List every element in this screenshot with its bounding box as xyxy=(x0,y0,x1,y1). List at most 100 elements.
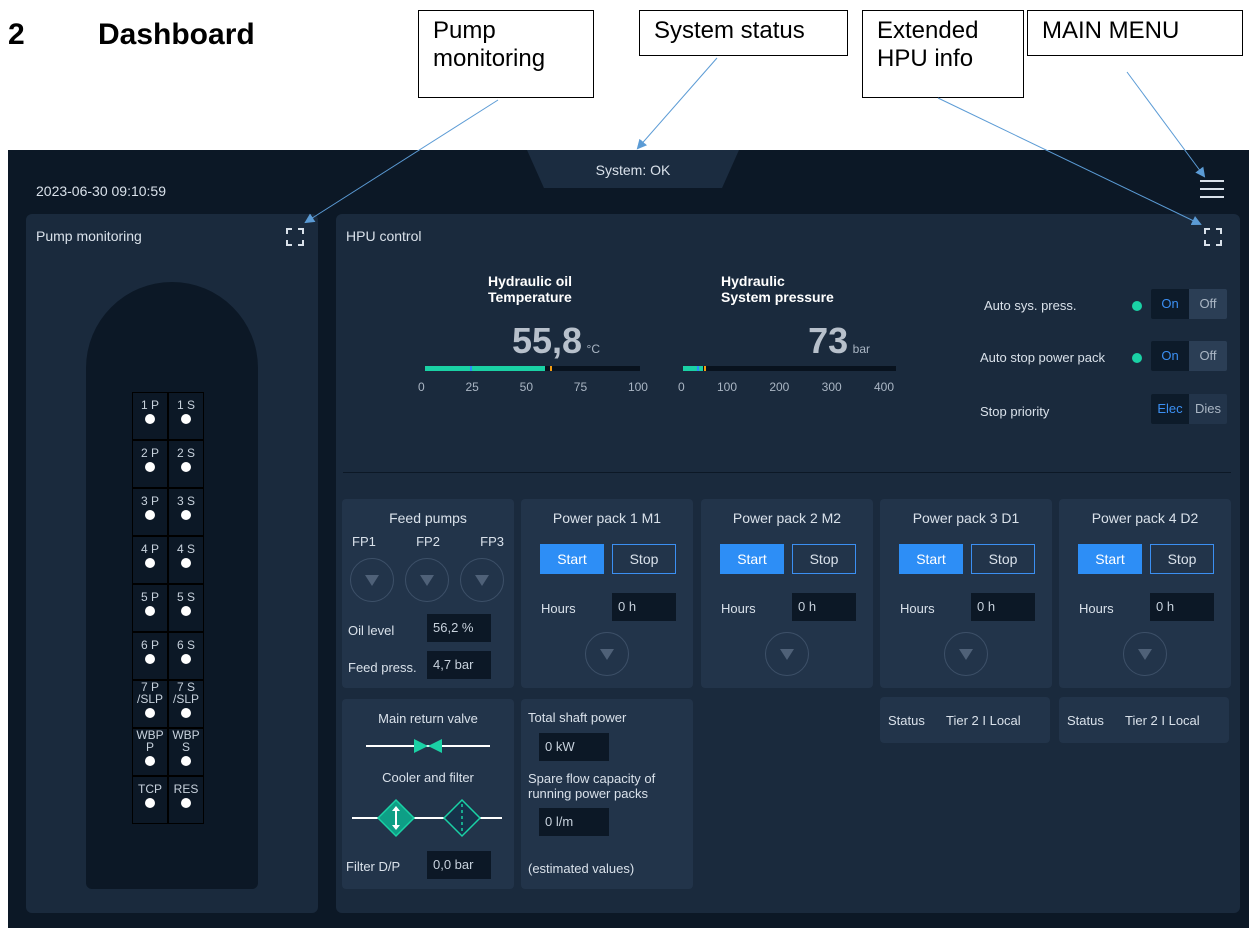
toggle-on[interactable]: On xyxy=(1151,289,1189,319)
temp-unit: °C xyxy=(586,342,600,356)
toggle-on[interactable]: On xyxy=(1151,341,1189,371)
pump-status-indicator xyxy=(145,654,155,664)
callout-pump-monitoring: Pump monitoring xyxy=(418,10,594,98)
temp-title: Hydraulic oil Temperature xyxy=(488,273,572,305)
pump-cell[interactable]: 1 S xyxy=(168,392,204,440)
hours-value: 0 h xyxy=(971,593,1035,621)
fp-label: FP2 xyxy=(416,534,440,549)
toggle-off[interactable]: Off xyxy=(1189,289,1227,319)
pump-label: 4 S xyxy=(176,542,195,556)
power-pack-motor-button[interactable] xyxy=(765,632,809,676)
fp2-pump-button[interactable] xyxy=(405,558,449,602)
divider xyxy=(343,472,1231,473)
cooler-filter-icon[interactable] xyxy=(352,796,502,840)
stop-priority-toggle[interactable]: Elec Dies xyxy=(1151,394,1227,424)
auto-stop-toggle[interactable]: On Off xyxy=(1151,341,1227,371)
spare-flow-value: 0 l/m xyxy=(539,808,609,836)
stop-priority-dies[interactable]: Dies xyxy=(1189,394,1227,424)
pump-row: 7 P/SLP 7 S/SLP xyxy=(132,680,208,728)
auto-sys-press-indicator xyxy=(1132,301,1142,311)
triangle-down-icon xyxy=(365,574,379,586)
hours-value: 0 h xyxy=(792,593,856,621)
triangle-down-icon xyxy=(600,648,614,660)
stop-button[interactable]: Stop xyxy=(1150,544,1214,574)
shaft-power-title: Total shaft power xyxy=(528,710,627,725)
pump-cell[interactable]: TCP xyxy=(132,776,168,824)
estimated-note: (estimated values) xyxy=(528,861,635,876)
auto-stop-indicator xyxy=(1132,353,1142,363)
pump-cell[interactable]: 6 P xyxy=(132,632,168,680)
fp-label: FP3 xyxy=(480,534,504,549)
hamburger-menu-icon[interactable] xyxy=(1200,180,1224,200)
pump-cell[interactable]: 4 P xyxy=(132,536,168,584)
pump-row: 6 P 6 S xyxy=(132,632,208,680)
pump-cell[interactable]: RES xyxy=(168,776,204,824)
pump-sublabel: /SLP xyxy=(172,692,199,706)
temp-title-l1: Hydraulic oil xyxy=(488,273,573,289)
triangle-down-icon xyxy=(1138,648,1152,660)
pump-label: 5 S xyxy=(176,590,195,604)
pump-cell[interactable]: 3 P xyxy=(132,488,168,536)
stop-button[interactable]: Stop xyxy=(971,544,1035,574)
pump-status-indicator xyxy=(181,558,191,568)
callout-line: monitoring xyxy=(433,45,546,72)
toggle-off[interactable]: Off xyxy=(1189,341,1227,371)
power-pack-motor-button[interactable] xyxy=(944,632,988,676)
auto-sys-press-toggle[interactable]: On Off xyxy=(1151,289,1227,319)
pump-cell[interactable]: WBP P xyxy=(132,728,168,776)
temp-gauge-fill xyxy=(425,366,545,371)
temp-value: 55,8 xyxy=(512,320,583,361)
fp3-pump-button[interactable] xyxy=(460,558,504,602)
filter-dp-value: 0,0 bar xyxy=(427,851,491,879)
pump-label: 2 S xyxy=(176,446,195,460)
pump-cell[interactable]: 4 S xyxy=(168,536,204,584)
pump-cell[interactable]: 2 S xyxy=(168,440,204,488)
pump-label: 3 S xyxy=(176,494,195,508)
pump-cell[interactable]: 7 S/SLP xyxy=(168,680,204,728)
hours-label: Hours xyxy=(541,601,576,616)
pump-status-indicator xyxy=(181,414,191,424)
pressure-title-l1: Hydraulic xyxy=(721,273,785,289)
power-pack-title: Power pack 1 M1 xyxy=(552,510,662,526)
pump-row: WBP P WBP S xyxy=(132,728,208,776)
triangle-down-icon xyxy=(475,574,489,586)
pressure-title-l2: System pressure xyxy=(721,289,834,305)
callout-extended-hpu: Extended HPU info xyxy=(862,10,1024,98)
pump-cell[interactable]: 2 P xyxy=(132,440,168,488)
start-button[interactable]: Start xyxy=(899,544,963,574)
start-button[interactable]: Start xyxy=(1078,544,1142,574)
triangle-down-icon xyxy=(959,648,973,660)
pump-cell[interactable]: 3 S xyxy=(168,488,204,536)
pump-label: 6 S xyxy=(176,638,195,652)
power-pack-motor-button[interactable] xyxy=(585,632,629,676)
pump-cell[interactable]: 5 S xyxy=(168,584,204,632)
pump-panel-title: Pump monitoring xyxy=(36,228,142,244)
pump-cell[interactable]: WBP S xyxy=(168,728,204,776)
tick: 200 xyxy=(769,380,790,394)
feed-press-label: Feed press. xyxy=(348,660,417,675)
oil-level-label: Oil level xyxy=(348,623,395,638)
expand-hpu-icon[interactable] xyxy=(1204,228,1222,246)
pump-cell[interactable]: 7 P/SLP xyxy=(132,680,168,728)
power-pack-motor-button[interactable] xyxy=(1123,632,1167,676)
pump-label: 4 P xyxy=(140,542,159,556)
pump-label: 3 P xyxy=(140,494,159,508)
stop-button[interactable]: Stop xyxy=(612,544,676,574)
start-button[interactable]: Start xyxy=(720,544,784,574)
pump-sublabel: S xyxy=(181,740,190,754)
pump-cell[interactable]: 5 P xyxy=(132,584,168,632)
stop-priority-elec[interactable]: Elec xyxy=(1151,394,1189,424)
pump-cell[interactable]: 1 P xyxy=(132,392,168,440)
power-pack-title: Power pack 4 D2 xyxy=(1091,510,1199,526)
pressure-title: Hydraulic System pressure xyxy=(721,273,834,305)
stop-button[interactable]: Stop xyxy=(792,544,856,574)
expand-pump-icon[interactable] xyxy=(286,228,304,246)
callout-system-status: System status xyxy=(639,10,848,56)
start-button[interactable]: Start xyxy=(540,544,604,574)
pump-status-indicator xyxy=(145,708,155,718)
callout-line: Pump xyxy=(433,17,496,44)
return-valve-icon[interactable] xyxy=(366,736,490,756)
pump-cell[interactable]: 6 S xyxy=(168,632,204,680)
fp1-pump-button[interactable] xyxy=(350,558,394,602)
pressure-readout: 73 bar xyxy=(740,320,870,362)
